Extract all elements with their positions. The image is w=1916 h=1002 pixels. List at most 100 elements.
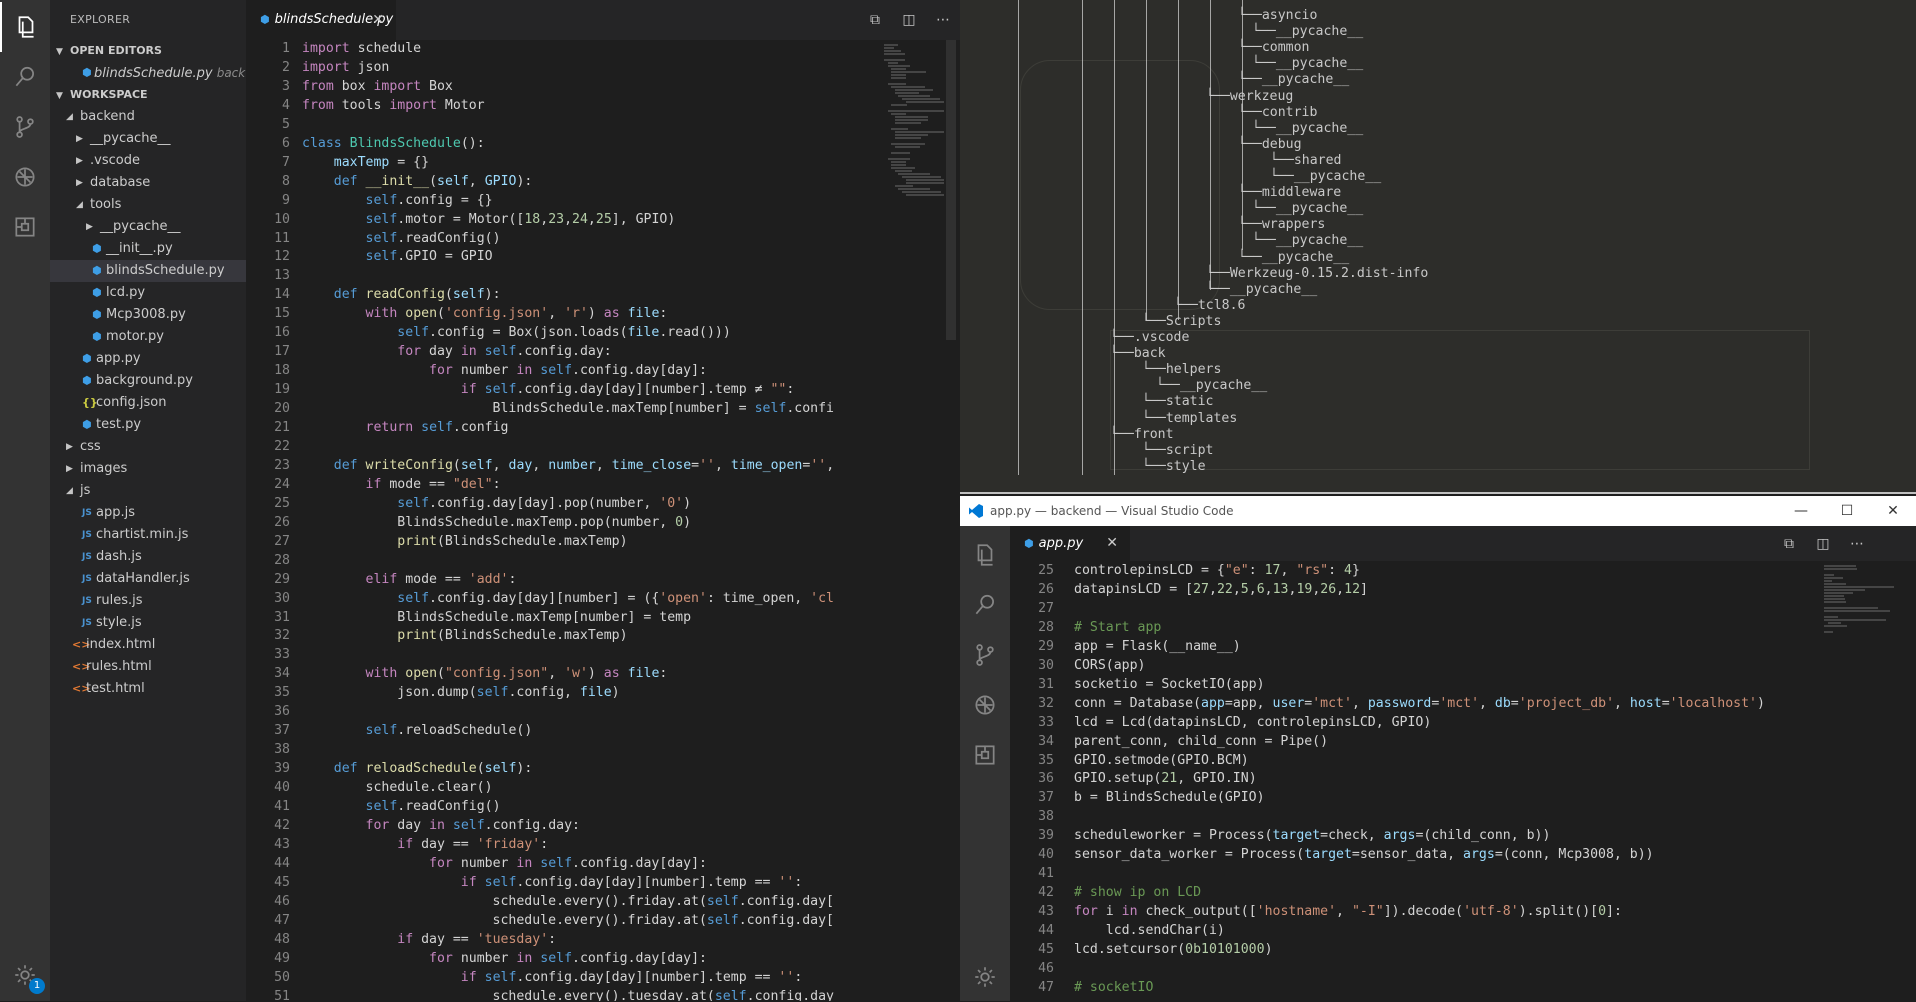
explorer-icon[interactable] — [0, 2, 50, 52]
open-changes-icon[interactable]: ⧉ — [866, 12, 884, 28]
code-line: for number in self.config.day[day]: — [429, 363, 707, 379]
source-control-icon[interactable] — [0, 102, 50, 152]
tree-item[interactable]: JS dataHandler.js — [50, 568, 246, 590]
workspace-section[interactable]: ▼ WORKSPACE — [50, 84, 246, 106]
tree-entry: └──__pycache__ — [1252, 24, 1364, 40]
settings-gear-icon[interactable] — [960, 952, 1010, 1002]
tree-item-label: chartist.min.js — [96, 527, 189, 542]
tree-item[interactable]: ⬢ blindsSchedule.py — [50, 260, 246, 282]
debug-icon[interactable] — [0, 152, 50, 202]
tree-item-label: app.js — [96, 505, 135, 520]
tree-item[interactable]: ▶ css — [50, 436, 246, 458]
code-line: if day == 'tuesday': — [397, 931, 557, 947]
tree-item[interactable]: <> test.html — [50, 678, 246, 700]
tree-item[interactable]: ▶ __pycache__ — [50, 216, 246, 238]
tree-item[interactable]: ▶ database — [50, 172, 246, 194]
tree-item[interactable]: JS style.js — [50, 612, 246, 634]
tree-item[interactable]: ⬢ motor.py — [50, 326, 246, 348]
code-line: lcd = Lcd(datapinsLCD, controlepinsLCD, … — [1074, 714, 1432, 730]
line-number: 6 — [282, 135, 290, 151]
tree-item[interactable]: ▶ images — [50, 458, 246, 480]
tree-item-label: index.html — [86, 637, 156, 652]
tree-entry: └──Werkzeug-0.15.2.dist-info — [1206, 265, 1429, 281]
tree-item[interactable]: ⬢ test.py — [50, 414, 246, 436]
scrollbar-thumb[interactable] — [946, 40, 956, 340]
code-line: BlindsSchedule.maxTemp[number] = self.co… — [302, 401, 834, 417]
open-changes-icon[interactable]: ⧉ — [1780, 536, 1798, 552]
tree-guide-line — [1114, 0, 1115, 475]
code-line: elif mode == 'add': — [365, 571, 517, 587]
py-file-icon: ⬢ — [92, 308, 102, 321]
js-file-icon: JS — [82, 508, 92, 518]
tree-entry: └──werkzeug — [1206, 88, 1294, 104]
maximize-button[interactable]: ☐ — [1824, 496, 1870, 526]
extensions-icon[interactable] — [960, 730, 1010, 780]
tree-item-label: config.json — [96, 395, 167, 410]
chevron-right-icon: ▶ — [76, 156, 83, 166]
tree-item[interactable]: ⬢ Mcp3008.py — [50, 304, 246, 326]
tree-item[interactable]: ⬢ lcd.py — [50, 282, 246, 304]
tree-item-label: __init__.py — [106, 241, 173, 256]
tree-entry: └──front — [1110, 426, 1174, 442]
line-number: 33 — [1038, 714, 1054, 730]
tree-item[interactable]: ▶ .vscode — [50, 150, 246, 172]
source-control-icon[interactable] — [960, 630, 1010, 680]
tree-entry: └──__pycache__ — [1156, 378, 1268, 394]
tree-item[interactable]: ▶ __pycache__ — [50, 128, 246, 150]
minimize-button[interactable]: — — [1778, 496, 1824, 526]
tab-app-py[interactable]: ⬢ app.py ✕ — [1010, 526, 1130, 561]
tree-item[interactable]: ⬢ app.py — [50, 348, 246, 370]
more-actions-icon[interactable]: ⋯ — [1848, 536, 1866, 552]
minimap-line — [898, 173, 930, 175]
tree-item[interactable]: ⬢ __init__.py — [50, 238, 246, 260]
tree-item[interactable]: JS chartist.min.js — [50, 524, 246, 546]
code-line: self.config.day[day][number] = ({'open':… — [397, 590, 834, 606]
file-tree: ◢ backend ▶ __pycache__ ▶ .vscode ▶ database ◢ to… — [50, 106, 246, 700]
open-editors-section[interactable]: ▼ OPEN EDITORS — [50, 40, 246, 62]
settings-gear-icon[interactable]: 1 — [0, 950, 50, 1000]
tree-item[interactable]: JS rules.js — [50, 590, 246, 612]
line-number: 31 — [274, 609, 290, 625]
minimap-line — [902, 191, 941, 193]
line-number: 33 — [274, 647, 290, 663]
code-line: class BlindsSchedule(): — [302, 135, 485, 151]
explorer-icon[interactable] — [960, 530, 1010, 580]
tree-item[interactable]: <> index.html — [50, 634, 246, 656]
search-icon[interactable] — [0, 52, 50, 102]
minimap[interactable] — [1820, 561, 1910, 1001]
split-editor-icon[interactable]: ◫ — [1814, 536, 1832, 552]
tree-item[interactable]: ⬢ background.py — [50, 370, 246, 392]
search-icon[interactable] — [960, 580, 1010, 630]
tree-item[interactable]: ◢ js — [50, 480, 246, 502]
code-line: schedule.every().friday.at(self.config.d… — [302, 893, 834, 909]
close-tab-icon[interactable]: ✕ — [1106, 526, 1118, 561]
close-tab-icon[interactable]: ✕ — [372, 0, 384, 40]
tree-item[interactable]: JS app.js — [50, 502, 246, 524]
close-window-button[interactable]: ✕ — [1870, 496, 1916, 526]
tree-item-label: rules.html — [86, 659, 152, 674]
split-editor-icon[interactable]: ◫ — [900, 12, 918, 28]
activity-bar: 1 — [0, 0, 50, 1001]
tree-item[interactable]: ◢ tools — [50, 194, 246, 216]
line-number: 40 — [1038, 847, 1054, 863]
extensions-icon[interactable] — [0, 202, 50, 252]
line-number: 42 — [274, 817, 290, 833]
debug-icon[interactable] — [960, 680, 1010, 730]
line-number: 28 — [274, 552, 290, 568]
code-line: # Start app — [1074, 619, 1162, 635]
minimap-line — [894, 131, 945, 133]
tab-blindsschedule[interactable]: ⬢ blindsSchedule.py ✕ — [246, 0, 396, 40]
tree-item[interactable]: JS dash.js — [50, 546, 246, 568]
tree-item[interactable]: {} config.json — [50, 392, 246, 414]
more-actions-icon[interactable]: ⋯ — [934, 12, 952, 28]
line-number: 22 — [274, 438, 290, 454]
minimap-line — [887, 62, 899, 64]
tree-entry: └──contrib — [1238, 104, 1318, 120]
code-area[interactable]: 1 import schedule 2 import json 3 from box im… — [246, 40, 960, 1001]
minimap-line — [1824, 625, 1847, 627]
code-area[interactable]: 25 controlepinsLCD = {"e": 17, "rs": 4} 26… — [1010, 561, 1800, 1001]
tree-item[interactable]: ◢ backend — [50, 106, 246, 128]
tree-item[interactable]: <> rules.html — [50, 656, 246, 678]
line-number: 47 — [274, 912, 290, 928]
open-editor-item[interactable]: ⬢ blindsSchedule.py back... — [50, 62, 246, 84]
